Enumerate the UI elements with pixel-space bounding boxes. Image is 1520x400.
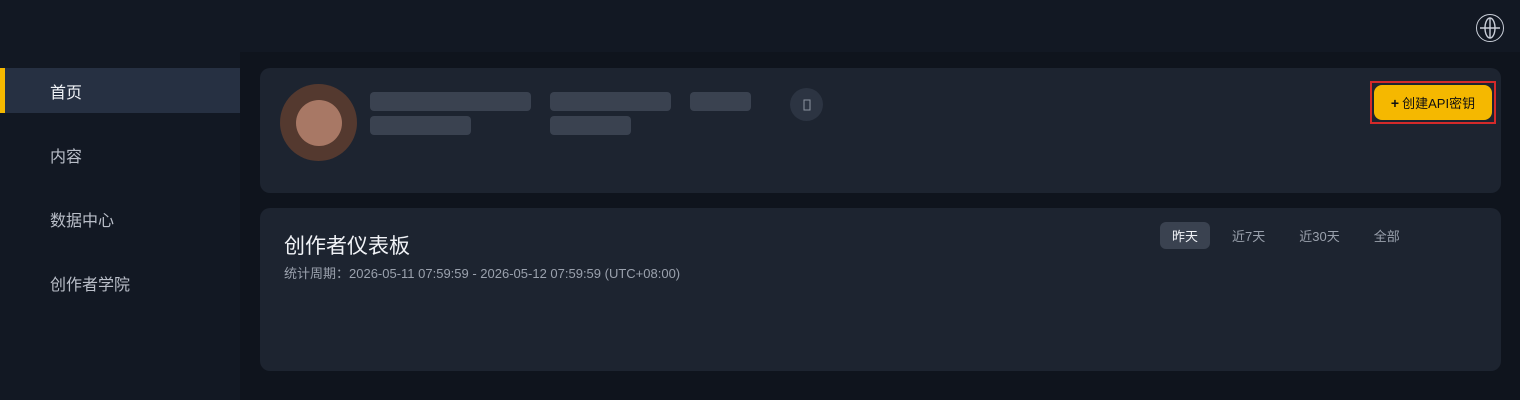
sidebar-nav: 首页 内容 数据中心 创作者学院 — [0, 68, 240, 324]
create-api-key-label: 创建API密钥 — [1402, 96, 1476, 111]
sidebar-item-home[interactable]: 首页 — [0, 68, 240, 113]
stats-period: 统计周期：2026-05-11 07:59:59 - 2026-05-12 07… — [284, 266, 681, 281]
dashboard-card: 创作者仪表板 统计周期：2026-05-11 07:59:59 - 2026-0… — [260, 208, 1501, 371]
profile-subtitle-placeholder — [370, 116, 471, 135]
tab-last-7-days[interactable]: 近7天 — [1220, 222, 1277, 249]
sidebar-item-label: 数据中心 — [50, 212, 115, 230]
profile-name-placeholder — [370, 92, 531, 111]
info-icon[interactable] — [790, 88, 823, 121]
info-icon-graphic — [803, 99, 810, 110]
globe-icon-graphic — [1480, 17, 1500, 39]
profile-stat-placeholder — [550, 92, 671, 111]
create-api-key-button[interactable]: + 创建API密钥 — [1374, 85, 1492, 120]
avatar-image — [295, 99, 342, 146]
sidebar-item-label: 创作者学院 — [50, 276, 131, 294]
profile-stat-value-placeholder — [550, 116, 631, 135]
page-title: 创作者仪表板 — [284, 235, 410, 258]
plus-icon: + — [1390, 94, 1400, 111]
tab-last-30-days[interactable]: 近30天 — [1287, 222, 1351, 249]
avatar[interactable] — [280, 84, 357, 161]
period-tabs: 昨天 近7天 近30天 全部 — [1160, 222, 1422, 249]
sidebar-item-label: 首页 — [50, 84, 83, 102]
globe-icon[interactable] — [1476, 14, 1504, 42]
api-key-button-highlight: + 创建API密钥 — [1370, 81, 1496, 124]
sidebar-item-label: 内容 — [50, 148, 83, 166]
top-bar — [240, 0, 1520, 52]
tab-all[interactable]: 全部 — [1362, 222, 1412, 249]
profile-card: + 创建API密钥 — [260, 68, 1501, 193]
tab-yesterday[interactable]: 昨天 — [1160, 222, 1211, 249]
sidebar-item-data-center[interactable]: 数据中心 — [0, 196, 240, 241]
profile-stat-placeholder — [690, 92, 751, 111]
sidebar-item-content[interactable]: 内容 — [0, 132, 240, 177]
sidebar: 首页 内容 数据中心 创作者学院 — [0, 0, 240, 400]
sidebar-item-creator-academy[interactable]: 创作者学院 — [0, 260, 240, 305]
